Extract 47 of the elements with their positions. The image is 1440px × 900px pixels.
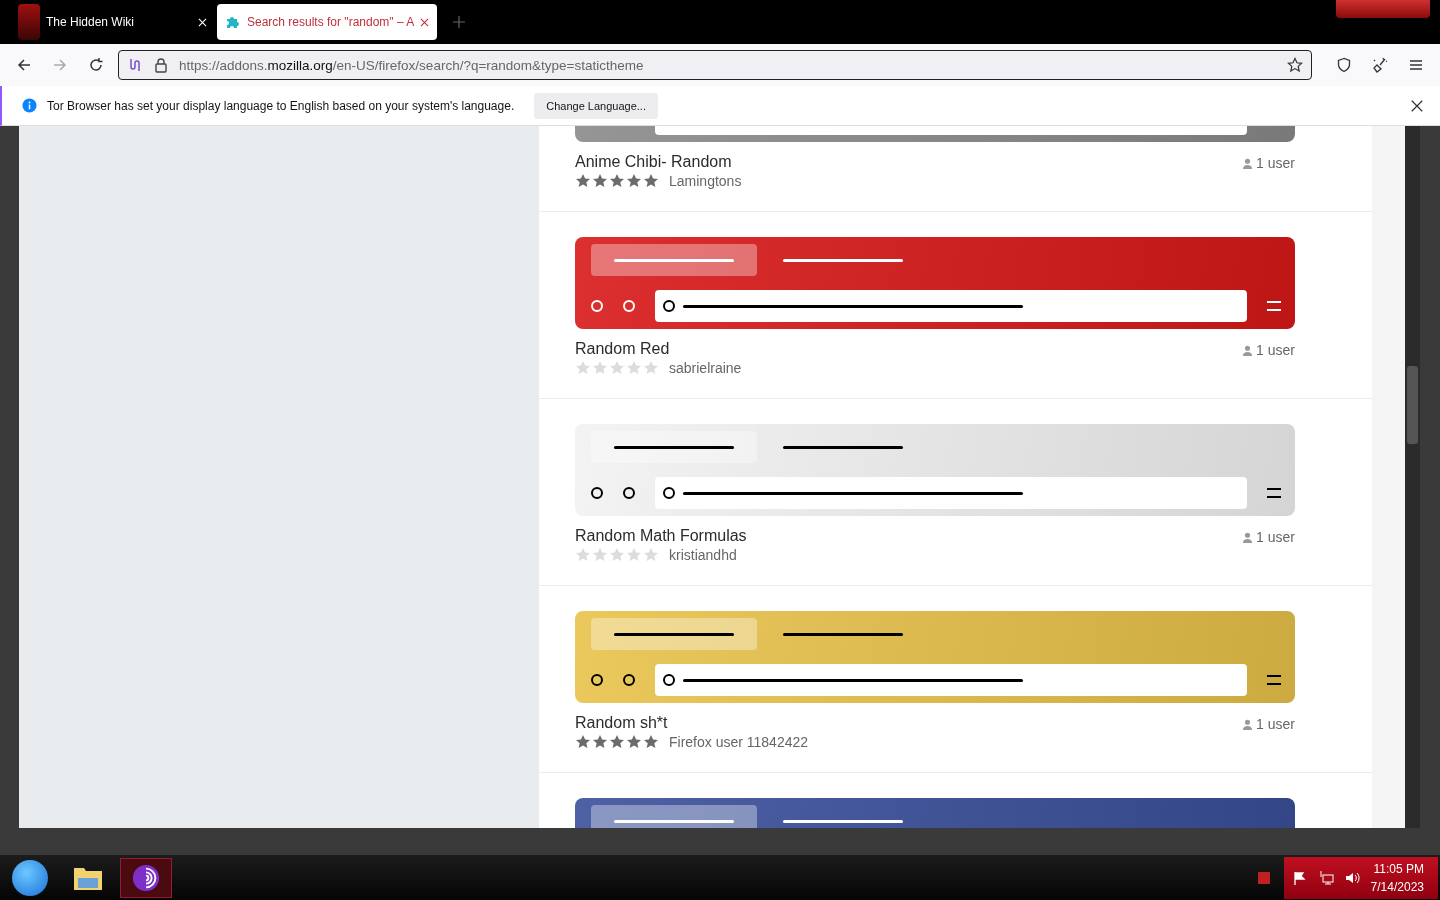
user-count: 1 user (1256, 529, 1295, 545)
reload-icon[interactable] (88, 57, 104, 73)
theme-author: Firefox user 11842422 (669, 734, 809, 750)
theme-title[interactable]: Anime Chibi- Random (575, 153, 742, 171)
back-icon[interactable] (16, 57, 32, 73)
clock-date[interactable]: 7/14/2023 (1370, 879, 1424, 894)
info-icon (22, 98, 37, 113)
user-icon (1242, 531, 1254, 543)
user-icon (1242, 157, 1254, 169)
taskbar-button[interactable] (120, 857, 172, 898)
theme-title[interactable]: Random sh*t (575, 714, 809, 732)
menu-icon[interactable] (1408, 57, 1424, 73)
user-count: 1 user (1256, 155, 1295, 171)
theme-preview-drawing[interactable] (575, 611, 1295, 703)
theme-author: Lamingtons (669, 173, 742, 189)
user-icon (1242, 344, 1254, 356)
theme-author: sabrielraine (669, 360, 742, 376)
theme-title[interactable]: Random Red (575, 340, 742, 358)
change-language-button[interactable]: Change Language... (534, 92, 658, 119)
theme-author: kristiandhd (669, 547, 737, 563)
address-bar[interactable]: https://addons.mozilla.org/en-US/firefox/search/?q=random&type=statictheme (118, 50, 1312, 80)
broom-icon[interactable] (1372, 57, 1388, 73)
puzzle-icon (225, 14, 241, 30)
scrollbar[interactable] (1405, 126, 1420, 828)
user-count: 1 user (1256, 716, 1295, 732)
scrollbar-thumb[interactable] (1407, 366, 1418, 444)
jar-icon (18, 4, 40, 40)
url-text: https://addons.mozilla.org/en-US/firefox/search/?q=random&type=statictheme (179, 57, 645, 73)
theme-preview-drawing[interactable] (575, 424, 1295, 516)
onion-icon (130, 862, 162, 893)
start-orb-icon (12, 859, 48, 896)
shield-icon[interactable] (1336, 57, 1352, 73)
bookmark-star-icon[interactable] (1287, 57, 1303, 73)
browser-tab[interactable]: Search results for "random" – A (217, 4, 437, 40)
monitor-icon[interactable] (1318, 869, 1334, 886)
theme-preview-drawing[interactable] (575, 237, 1295, 329)
theme-title[interactable]: Random Math Formulas (575, 527, 747, 545)
close-icon[interactable] (1410, 98, 1424, 113)
lock-icon (153, 57, 169, 73)
clock-time[interactable]: 11:05 PM (1373, 861, 1424, 876)
notification-message: Tor Browser has set your display language to English based on your system's language. (47, 98, 515, 113)
new-tab-icon[interactable] (453, 16, 465, 28)
user-icon (1242, 718, 1254, 730)
user-count: 1 user (1256, 342, 1295, 358)
flag-icon[interactable] (1292, 869, 1308, 886)
circuit-icon (127, 57, 143, 73)
browser-tab[interactable]: The Hidden Wiki (10, 4, 215, 40)
